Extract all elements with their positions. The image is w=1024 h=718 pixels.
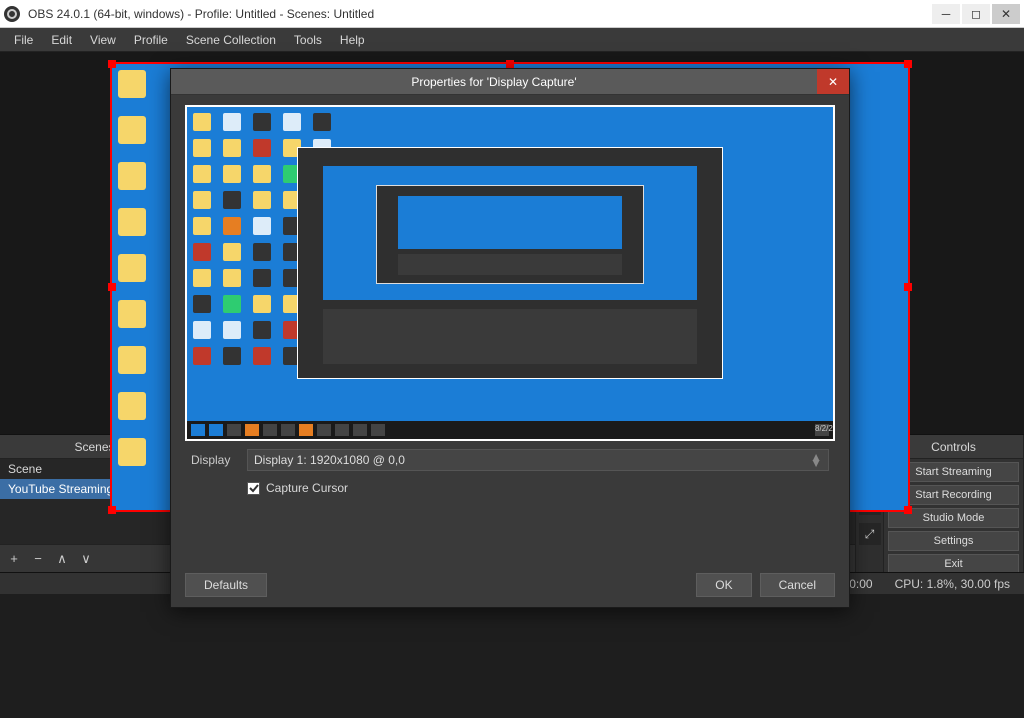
window-minimize-button[interactable]: ─ — [932, 4, 960, 24]
capture-cursor-label: Capture Cursor — [266, 481, 348, 495]
scene-remove-button[interactable]: − — [30, 551, 46, 567]
defaults-button[interactable]: Defaults — [185, 573, 267, 597]
menu-view[interactable]: View — [82, 30, 124, 50]
obs-app-icon — [4, 6, 20, 22]
menu-tools[interactable]: Tools — [286, 30, 330, 50]
dialog-preview: 8/2/2019 — [185, 105, 835, 441]
check-icon — [249, 483, 259, 493]
ok-button[interactable]: OK — [696, 573, 751, 597]
expand-icon[interactable]: ⤢ — [859, 523, 881, 545]
menu-scene-collection[interactable]: Scene Collection — [178, 30, 284, 50]
display-select[interactable]: Display 1: 1920x1080 @ 0,0 ▲▼ — [247, 449, 829, 471]
menu-profile[interactable]: Profile — [126, 30, 176, 50]
exit-button[interactable]: Exit — [888, 554, 1019, 572]
menu-file[interactable]: File — [6, 30, 41, 50]
scenes-toolbar: + − ∧ ∨ — [0, 544, 189, 572]
menu-help[interactable]: Help — [332, 30, 373, 50]
settings-button[interactable]: Settings — [888, 531, 1019, 551]
recursive-obs-window — [297, 147, 723, 379]
spinner-icon: ▲▼ — [810, 454, 822, 466]
scene-add-button[interactable]: + — [6, 551, 22, 567]
capture-cursor-row: Capture Cursor — [171, 479, 849, 495]
preview-taskbar: 8/2/2019 — [187, 421, 833, 439]
scene-down-button[interactable]: ∨ — [78, 551, 94, 567]
menu-bar: File Edit View Profile Scene Collection … — [0, 28, 1024, 52]
window-maximize-button[interactable]: ◻ — [962, 4, 990, 24]
window-close-button[interactable]: ✕ — [992, 4, 1020, 24]
desktop-icons — [118, 70, 146, 466]
close-icon: ✕ — [828, 75, 838, 89]
dialog-footer: Defaults OK Cancel — [171, 563, 849, 607]
cancel-button[interactable]: Cancel — [760, 573, 835, 597]
capture-cursor-checkbox[interactable] — [247, 482, 260, 495]
properties-dialog: Properties for 'Display Capture' ✕ — [170, 68, 850, 608]
window-title: OBS 24.0.1 (64-bit, windows) - Profile: … — [28, 7, 932, 21]
scene-up-button[interactable]: ∧ — [54, 551, 70, 567]
display-label: Display — [191, 453, 235, 467]
window-titlebar: OBS 24.0.1 (64-bit, windows) - Profile: … — [0, 0, 1024, 28]
display-select-row: Display Display 1: 1920x1080 @ 0,0 ▲▼ — [171, 441, 849, 479]
dialog-titlebar[interactable]: Properties for 'Display Capture' ✕ — [171, 69, 849, 95]
dialog-title: Properties for 'Display Capture' — [171, 75, 817, 89]
dialog-close-button[interactable]: ✕ — [817, 69, 849, 94]
display-select-value: Display 1: 1920x1080 @ 0,0 — [254, 453, 405, 467]
menu-edit[interactable]: Edit — [43, 30, 80, 50]
status-cpu: CPU: 1.8%, 30.00 fps — [895, 577, 1010, 591]
